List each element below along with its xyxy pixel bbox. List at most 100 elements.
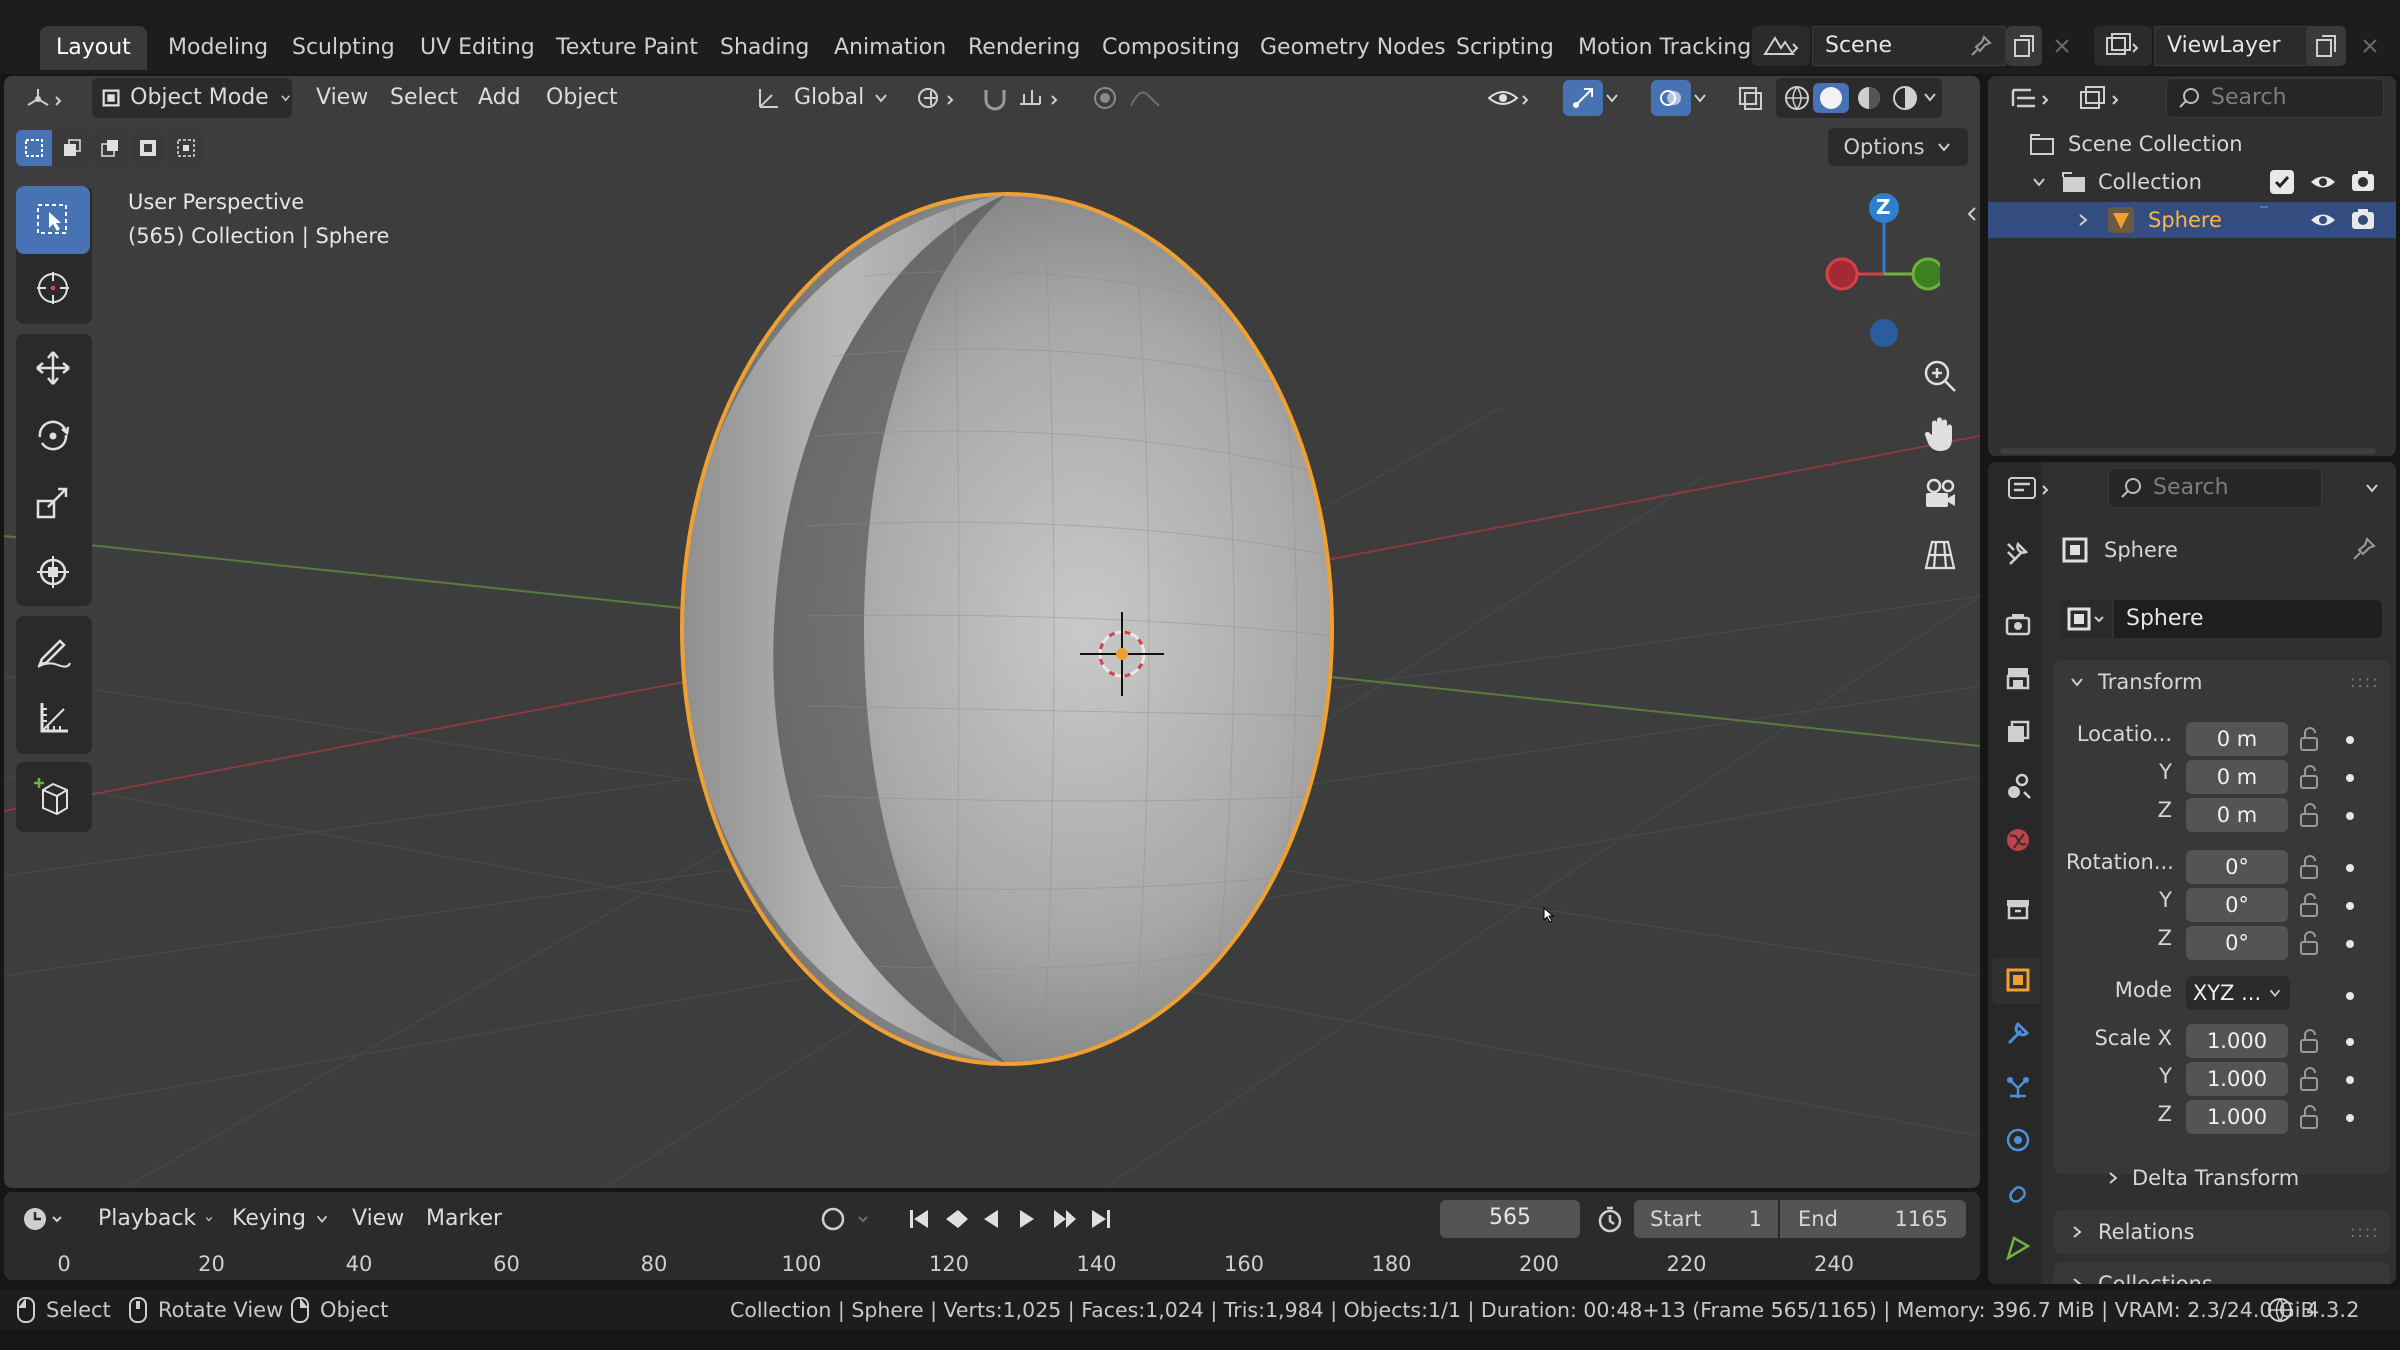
- move-tool[interactable]: [16, 334, 90, 402]
- delta-transform-header[interactable]: Delta Transform: [2104, 1160, 2299, 1196]
- outliner-editor-type-button[interactable]: [2004, 78, 2064, 118]
- keyframe-dot-icon[interactable]: [2346, 864, 2354, 872]
- rotation-z-field[interactable]: 0°: [2186, 926, 2288, 960]
- pin-icon[interactable]: [2348, 532, 2380, 566]
- transform-tool[interactable]: [16, 538, 90, 606]
- lock-icon[interactable]: [2298, 892, 2320, 918]
- scale-tool[interactable]: [16, 470, 90, 538]
- outliner-scrollbar[interactable]: [2000, 448, 2376, 454]
- menu-add[interactable]: Add: [478, 78, 521, 118]
- tab-animation[interactable]: Animation: [818, 26, 962, 70]
- select-box-tool[interactable]: [16, 186, 90, 254]
- editor-type-button[interactable]: [16, 80, 76, 118]
- zoom-icon[interactable]: [1918, 354, 1962, 398]
- rotation-y-field[interactable]: 0°: [2186, 888, 2288, 922]
- object-name-field[interactable]: Sphere: [2114, 600, 2382, 638]
- keyframe-dot-icon[interactable]: [2346, 1076, 2354, 1084]
- world-tab-icon[interactable]: [2000, 822, 2036, 858]
- jump-keyframe-forward-icon[interactable]: [1054, 1210, 1076, 1228]
- annotate-tool[interactable]: [16, 616, 90, 684]
- tab-scripting[interactable]: Scripting: [1440, 26, 1570, 70]
- rotate-tool[interactable]: [16, 402, 90, 470]
- tab-compositing[interactable]: Compositing: [1086, 26, 1256, 70]
- overlays-toggle-button[interactable]: [1640, 78, 1720, 118]
- timeline-editor-type-button[interactable]: [16, 1200, 76, 1238]
- mode-dropdown[interactable]: Object Mode: [92, 78, 292, 118]
- chevron-down-icon[interactable]: [2030, 173, 2048, 191]
- modifier-tab-icon[interactable]: [2000, 1016, 2036, 1052]
- outliner-search[interactable]: Search: [2166, 78, 2384, 118]
- view-layer-field[interactable]: ViewLayer: [2154, 26, 2324, 66]
- rotation-mode-dropdown[interactable]: XYZ ...: [2186, 976, 2290, 1010]
- properties-editor-type-button[interactable]: [2000, 468, 2064, 508]
- menu-select[interactable]: Select: [390, 78, 458, 118]
- keyframe-dot-icon[interactable]: [2346, 940, 2354, 948]
- lock-icon[interactable]: [2298, 764, 2320, 790]
- jump-start-icon[interactable]: [910, 1210, 928, 1228]
- select-subtract-icon[interactable]: [92, 130, 128, 166]
- outliner-row-scene-collection[interactable]: Scene Collection: [2028, 126, 2243, 162]
- navigation-gizmo[interactable]: Z: [1820, 186, 1945, 356]
- chevron-down-icon[interactable]: [2356, 472, 2388, 504]
- physics-tab-icon[interactable]: [2000, 1122, 2036, 1158]
- auto-keying-button[interactable]: [808, 1200, 884, 1238]
- location-x-field[interactable]: 0 m: [2186, 722, 2288, 756]
- pivot-point-button[interactable]: [908, 78, 968, 118]
- keyframe-dot-icon[interactable]: [2346, 1114, 2354, 1122]
- snap-button[interactable]: [976, 78, 1076, 118]
- exclude-checkbox[interactable]: [2270, 170, 2294, 194]
- visibility-selectability-button[interactable]: [1482, 78, 1544, 118]
- particles-tab-icon[interactable]: [2000, 1070, 2036, 1106]
- drag-handle-icon[interactable]: ::::: [2350, 672, 2380, 691]
- tab-sculpting[interactable]: Sculpting: [276, 26, 411, 70]
- lock-icon[interactable]: [2298, 1066, 2320, 1092]
- keyframe-dot-icon[interactable]: [2346, 1038, 2354, 1046]
- outliner-row-collection[interactable]: Collection: [2030, 164, 2202, 200]
- lock-icon[interactable]: [2298, 1028, 2320, 1054]
- camera-view-icon[interactable]: [1918, 472, 1962, 516]
- sidebar-toggle-icon[interactable]: [1964, 200, 1980, 228]
- render-tab-icon[interactable]: [2000, 606, 2036, 642]
- select-new-icon[interactable]: [16, 130, 52, 166]
- scene-tab-icon[interactable]: [2000, 768, 2036, 804]
- chevron-right-icon[interactable]: [2074, 211, 2092, 229]
- tool-tab-icon[interactable]: [2000, 536, 2036, 572]
- timeline-view-menu[interactable]: View: [352, 1200, 404, 1240]
- view-layer-tab-icon[interactable]: [2000, 714, 2036, 750]
- shading-mode-group[interactable]: [1776, 78, 1942, 118]
- lock-icon[interactable]: [2298, 802, 2320, 828]
- location-z-field[interactable]: 0 m: [2186, 798, 2288, 832]
- tab-uv-editing[interactable]: UV Editing: [404, 26, 551, 70]
- lock-icon[interactable]: [2298, 930, 2320, 956]
- playback-controls[interactable]: [894, 1200, 1126, 1238]
- tab-shading[interactable]: Shading: [704, 26, 825, 70]
- tab-modeling[interactable]: Modeling: [152, 26, 284, 70]
- eye-icon[interactable]: [2308, 206, 2338, 234]
- scale-x-field[interactable]: 1.000: [2186, 1024, 2288, 1058]
- menu-view[interactable]: View: [316, 78, 368, 118]
- delete-view-layer-icon[interactable]: [2350, 26, 2390, 66]
- rotation-x-field[interactable]: 0°: [2186, 850, 2288, 884]
- current-frame-field[interactable]: 565: [1440, 1200, 1580, 1238]
- pan-hand-icon[interactable]: [1918, 412, 1962, 456]
- tab-geometry-nodes[interactable]: Geometry Nodes: [1244, 26, 1462, 70]
- tab-motion-tracking[interactable]: Motion Tracking: [1562, 26, 1767, 70]
- constraints-tab-icon[interactable]: [2000, 1176, 2036, 1212]
- view-layer-selector-button[interactable]: [2094, 26, 2152, 66]
- display-mode-button[interactable]: [2072, 78, 2136, 118]
- keying-menu[interactable]: Keying: [218, 1200, 330, 1238]
- keyframe-dot-icon[interactable]: [2346, 774, 2354, 782]
- jump-keyframe-back-icon[interactable]: [946, 1210, 968, 1228]
- tab-rendering[interactable]: Rendering: [952, 26, 1096, 70]
- location-y-field[interactable]: 0 m: [2186, 760, 2288, 794]
- eye-icon[interactable]: [2308, 168, 2338, 196]
- pin-icon[interactable]: [1964, 30, 1998, 62]
- scale-z-field[interactable]: 1.000: [2186, 1100, 2288, 1134]
- transform-header[interactable]: Transform: [2068, 664, 2202, 700]
- collections-header[interactable]: Collections: [2068, 1266, 2213, 1284]
- cursor-tool[interactable]: [16, 254, 90, 322]
- tab-texture-paint[interactable]: Texture Paint: [540, 26, 714, 70]
- lock-icon[interactable]: [2298, 1104, 2320, 1130]
- selection-mode-group[interactable]: [16, 130, 204, 166]
- timeline-marker-menu[interactable]: Marker: [426, 1200, 502, 1240]
